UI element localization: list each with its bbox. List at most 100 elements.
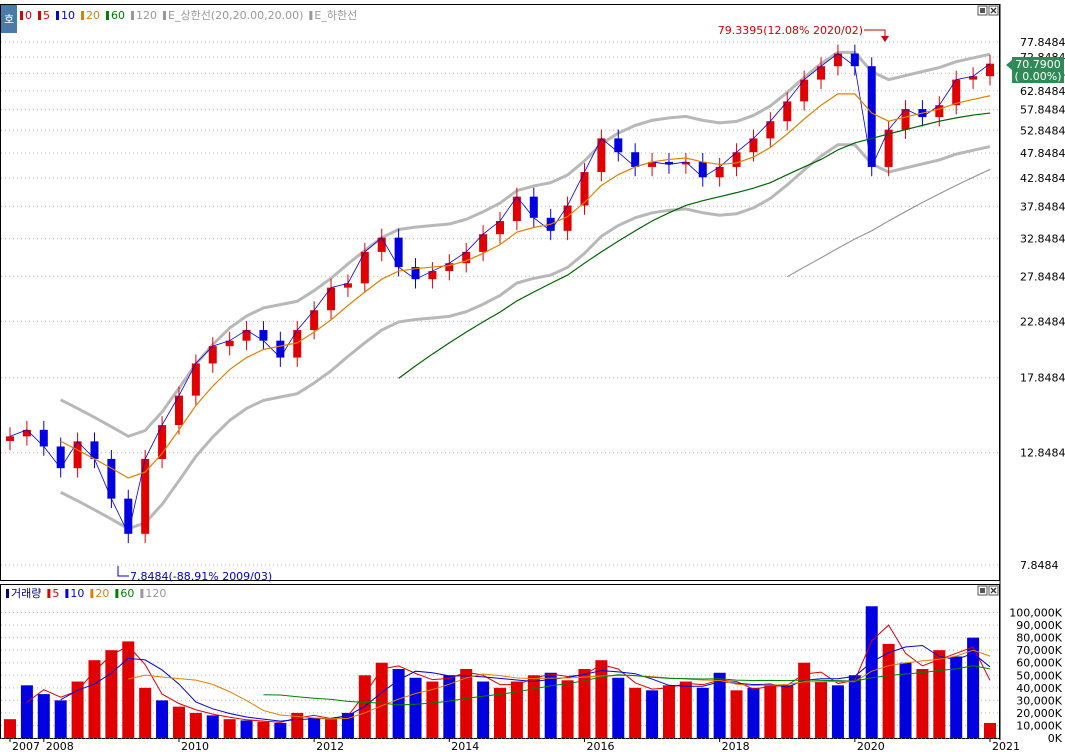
volume-bar xyxy=(223,719,236,738)
legend-swatch xyxy=(115,589,119,598)
volume-bar xyxy=(764,685,777,738)
price-axis-labels: 77.848472.848467.848462.848457.848452.84… xyxy=(1020,36,1065,572)
x-tick-label: 2010 xyxy=(181,740,209,752)
volume-bar xyxy=(696,687,709,738)
x-tick-label: 2007 xyxy=(12,740,40,752)
volume-bar xyxy=(54,700,67,738)
legend-label: 120 xyxy=(145,587,166,600)
legend-label: 10 xyxy=(61,9,75,22)
price-tick-label: 27.8484 xyxy=(1020,270,1065,283)
volume-bar xyxy=(308,717,321,738)
legend-swatch xyxy=(38,11,41,20)
volume-bar xyxy=(612,677,625,738)
legend-label: 5 xyxy=(52,587,59,600)
legend-swatch xyxy=(90,589,94,598)
legend-swatch xyxy=(140,589,144,598)
volume-bar xyxy=(848,675,861,738)
minimize-icon-glyph xyxy=(980,588,985,593)
legend-label: 5 xyxy=(43,9,50,22)
volume-bar xyxy=(139,687,152,738)
volume-bar xyxy=(967,637,980,738)
volume-bar xyxy=(916,669,929,738)
time-axis-labels: 2007 2008 2010 2012 2014 2016 2018 2020 2021 xyxy=(9,738,1020,752)
volume-bar xyxy=(392,669,405,738)
x-tick-label: 2021 xyxy=(992,740,1020,752)
volume-bar xyxy=(679,681,692,738)
legend-label: 60 xyxy=(120,587,134,600)
volume-bar xyxy=(865,606,878,738)
volume-bar xyxy=(325,719,338,738)
volume-bar xyxy=(527,675,540,738)
volume-tick-label: 90,000K xyxy=(1016,619,1062,632)
legend-label: E_하한선 xyxy=(314,8,357,22)
price-tick-label: 52.8484 xyxy=(1020,124,1065,137)
volume-bar xyxy=(747,687,760,738)
volume-bar xyxy=(206,715,219,738)
legend-label: 10 xyxy=(70,587,84,600)
volume-bar xyxy=(88,660,101,738)
volume-tick-label: 30,000K xyxy=(1016,694,1062,707)
volume-bar xyxy=(172,706,185,738)
legend-swatch xyxy=(47,589,51,598)
legend-swatch xyxy=(131,11,134,20)
candle-body xyxy=(6,436,14,441)
x-tick-label: 2016 xyxy=(586,740,614,752)
price-tick-label: 32.8484 xyxy=(1020,233,1065,246)
volume-bar xyxy=(561,680,574,738)
volume-bar xyxy=(477,681,490,738)
current-price-pointer-icon xyxy=(1006,60,1012,70)
legend-swatch xyxy=(20,11,23,20)
volume-bar xyxy=(984,722,996,738)
volume-tick-label: 10,000K xyxy=(1016,719,1062,732)
volume-bar xyxy=(646,690,659,738)
volume-tick-label: 40,000K xyxy=(1016,682,1062,695)
legend-swatch xyxy=(65,589,69,598)
volume-tick-label: 60,000K xyxy=(1016,657,1062,670)
volume-bar xyxy=(122,641,135,738)
volume-bar xyxy=(375,662,388,738)
x-tick-label: 2020 xyxy=(857,740,885,752)
volume-bar xyxy=(544,672,557,738)
price-tick-label: 57.8484 xyxy=(1020,104,1065,117)
legend-label: 0 xyxy=(25,9,32,22)
volume-bar xyxy=(409,677,422,738)
legend-label: 120 xyxy=(136,9,157,22)
x-tick-label: 2012 xyxy=(316,740,344,752)
legend-swatch xyxy=(81,11,84,20)
legend-swatch xyxy=(106,11,109,20)
legend-label: 20 xyxy=(86,9,100,22)
volume-tick-label: 80,000K xyxy=(1016,632,1062,645)
price-tick-label: 37.8484 xyxy=(1020,200,1065,213)
volume-axis-labels: 100,000K90,000K80,000K70,000K60,000K50,0… xyxy=(1009,607,1062,745)
high-annotation: 79.3395(12.08% 2020/02) xyxy=(718,24,863,37)
x-tick-label: 2014 xyxy=(451,740,479,752)
volume-bar xyxy=(274,722,287,738)
x-tick-label: 2008 xyxy=(46,740,74,752)
legend-label: 거래량 xyxy=(11,587,41,600)
legend-swatch xyxy=(6,589,9,598)
legend-label: E_상한선(20,20.00,20.00) xyxy=(168,9,303,22)
volume-bar xyxy=(781,685,794,738)
volume-bar xyxy=(257,721,270,738)
volume-bar xyxy=(933,650,946,738)
volume-bar xyxy=(730,690,743,738)
volume-tick-label: 50,000K xyxy=(1016,669,1062,682)
volume-tick-label: 70,000K xyxy=(1016,644,1062,657)
volume-tick-label: 0K xyxy=(1048,732,1063,745)
price-tick-label: 77.8484 xyxy=(1020,36,1065,49)
volume-bar xyxy=(882,643,895,738)
volume-bar xyxy=(189,712,202,738)
stock-chart: 77.848472.848467.848462.848457.848452.84… xyxy=(0,4,1065,752)
volume-bar xyxy=(4,719,16,738)
volume-bar xyxy=(494,687,506,738)
volume-tick-label: 100,000K xyxy=(1009,607,1062,620)
volume-bar xyxy=(629,687,642,738)
price-tick-label: 17.8484 xyxy=(1020,372,1065,385)
price-tick-label: 7.8484 xyxy=(1020,559,1059,572)
panel-badge-label: 호 xyxy=(4,13,14,26)
legend-label: 60 xyxy=(111,9,125,22)
price-tick-label: 22.8484 xyxy=(1020,315,1065,328)
current-change: ( 0.00%) xyxy=(1014,70,1061,83)
volume-bar xyxy=(662,685,675,738)
volume-bar xyxy=(156,700,169,738)
